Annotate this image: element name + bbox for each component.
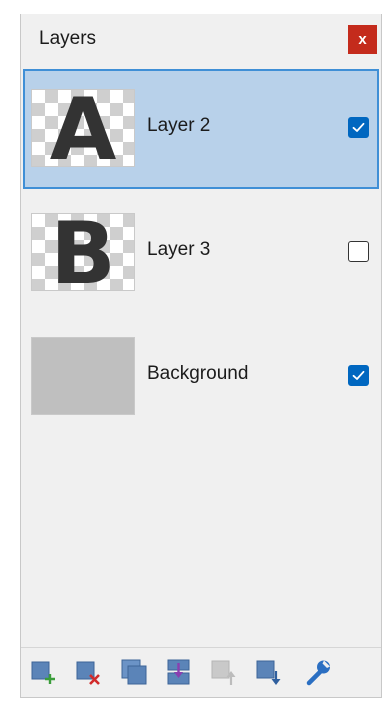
layer-item-layer-2[interactable]: A Layer 2 <box>23 69 379 189</box>
move-layer-up-button[interactable] <box>209 657 239 687</box>
add-layer-icon <box>31 661 55 684</box>
layer-visibility-checkbox[interactable] <box>348 241 369 262</box>
thumbnail-letter: A <box>49 89 117 167</box>
layer-name: Layer 2 <box>147 115 211 136</box>
layer-item-background[interactable]: Background <box>23 317 379 437</box>
layer-name: Background <box>147 363 249 384</box>
add-layer-button[interactable] <box>29 657 59 687</box>
move-layer-down-icon <box>256 660 281 685</box>
layer-thumbnail: A <box>31 89 135 167</box>
duplicate-layer-button[interactable] <box>119 657 149 687</box>
layer-toolbar <box>21 647 381 697</box>
delete-layer-icon <box>76 661 100 685</box>
close-button[interactable]: x <box>348 25 377 54</box>
merge-layer-down-icon <box>167 659 190 685</box>
layers-titlebar: Layers x <box>21 14 381 66</box>
panel-title: Layers <box>39 28 97 49</box>
checkmark-icon <box>352 370 365 380</box>
layer-item-layer-3[interactable]: B Layer 3 <box>23 193 379 313</box>
wrench-icon <box>306 660 330 686</box>
checkmark-icon <box>352 122 365 132</box>
delete-layer-button[interactable] <box>74 657 104 687</box>
layers-panel: Layers x A Layer 2 B Layer 3 Background <box>20 14 382 698</box>
layer-visibility-checkbox[interactable] <box>348 365 369 386</box>
layer-thumbnail <box>31 337 135 415</box>
move-layer-down-button[interactable] <box>254 657 284 687</box>
layer-thumbnail: B <box>31 213 135 291</box>
thumbnail-letter: B <box>50 213 116 291</box>
layer-name: Layer 3 <box>147 239 211 260</box>
duplicate-layer-icon <box>121 659 147 685</box>
layer-visibility-checkbox[interactable] <box>348 117 369 138</box>
merge-layer-down-button[interactable] <box>164 657 194 687</box>
layer-list: A Layer 2 B Layer 3 Background <box>21 66 381 649</box>
move-layer-up-icon <box>211 660 236 685</box>
layer-properties-button[interactable] <box>303 657 333 687</box>
